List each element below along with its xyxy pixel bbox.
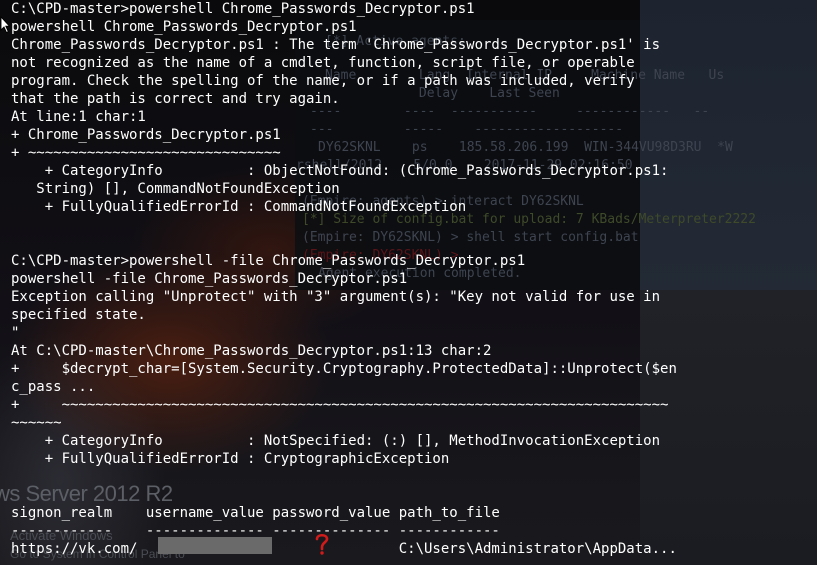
mouse-pointer-icon <box>0 16 10 34</box>
console-line: + ~~~~~~~~~~~~~~~~~~~~~~~~~~~~~~ <box>11 145 281 161</box>
console-line: String) [], CommandNotFoundException <box>11 181 340 197</box>
console-line: C:\CPD-master>powershell Chrome_Password… <box>11 1 475 17</box>
console-line: c_pass ... <box>11 379 96 395</box>
console-line: ~~~~~~ <box>11 415 62 431</box>
console-line: C:\CPD-master>powershell -file Chrome_Pa… <box>11 253 526 269</box>
console-line: + ~~~~~~~~~~~~~~~~~~~~~~~~~~~~~~~~~~~~~~… <box>11 397 669 413</box>
console-line: that the path is correct and try again. <box>11 91 340 107</box>
console-line: " <box>11 325 20 341</box>
console-line: signon_realm username_value password_val… <box>11 505 500 521</box>
red-text-cursor-icon <box>315 533 329 555</box>
console-line: + CategoryInfo : ObjectNotFound: (Chrome… <box>11 163 669 179</box>
screen: [*] Active agents: Name Lang Internal IP… <box>0 0 817 565</box>
powershell-console-output: C:\CPD-master>powershell Chrome_Password… <box>11 0 677 558</box>
console-line: ------------ -------------- ------------… <box>11 523 500 539</box>
console-line: + $decrypt_char=[System.Security.Cryptog… <box>11 361 677 377</box>
console-line: specified state. <box>11 307 146 323</box>
username-redaction-block <box>158 537 272 554</box>
console-line: + CategoryInfo : NotSpecified: (:) [], M… <box>11 433 661 449</box>
console-line: powershell Chrome_Passwords_Decryptor.ps… <box>11 19 357 35</box>
console-line: program. Check the spelling of the name,… <box>11 73 635 89</box>
console-line: + Chrome_Passwords_Decryptor.ps1 <box>11 127 281 143</box>
console-line: At C:\CPD-master\Chrome_Passwords_Decryp… <box>11 343 492 359</box>
console-line: At line:1 char:1 <box>11 109 146 125</box>
console-line: https://vk.com/ C:\Users\Administrator\A… <box>11 541 677 557</box>
console-line: + FullyQualifiedErrorId : CommandNotFoun… <box>11 199 467 215</box>
console-line: Chrome_Passwords_Decryptor.ps1 : The ter… <box>11 37 661 53</box>
console-line: powershell -file Chrome_Passwords_Decryp… <box>11 271 408 287</box>
console-line: Exception calling "Unprotect" with "3" a… <box>11 289 661 305</box>
console-line: + FullyQualifiedErrorId : CryptographicE… <box>11 451 450 467</box>
console-line: not recognized as the name of a cmdlet, … <box>11 55 635 71</box>
